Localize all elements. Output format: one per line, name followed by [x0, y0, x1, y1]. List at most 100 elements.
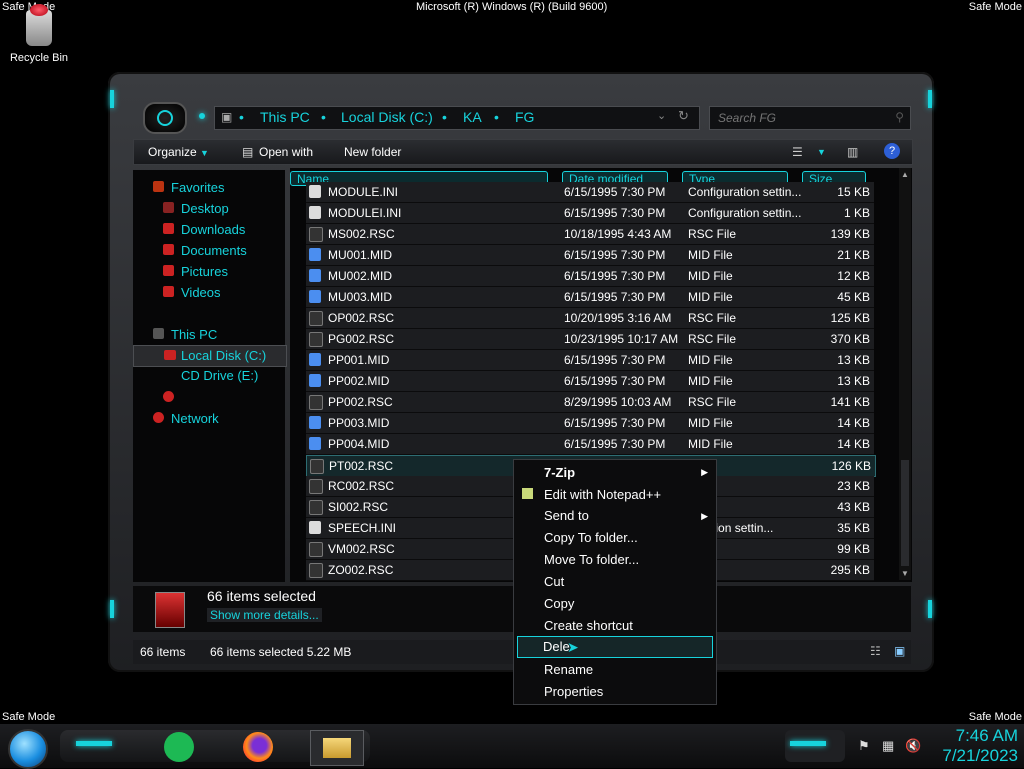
- spotify-icon[interactable]: [164, 732, 194, 762]
- preview-pane-icon[interactable]: ▥: [847, 145, 858, 159]
- menu-item-copy[interactable]: Copy: [544, 596, 574, 611]
- chevron-down-icon[interactable]: ▼: [817, 147, 826, 157]
- file-name: SPEECH.INI: [328, 521, 397, 535]
- menu-item-send-to[interactable]: Send to: [544, 508, 589, 523]
- scrollbar-thumb[interactable]: [901, 460, 909, 566]
- table-row[interactable]: MU002.MID 6/15/1995 7:30 PM MID File 12 KB: [306, 266, 874, 287]
- scroll-down-icon[interactable]: ▼: [901, 569, 909, 578]
- network-status-icon[interactable]: ▦: [882, 738, 894, 754]
- nav-desktop[interactable]: Desktop: [181, 201, 229, 216]
- file-size: 295 KB: [830, 563, 870, 577]
- menu-item-7zip[interactable]: 7-Zip: [544, 465, 575, 480]
- nav-documents[interactable]: Documents: [181, 243, 247, 258]
- new-folder-button[interactable]: New folder: [344, 145, 401, 159]
- documents-icon: [163, 244, 174, 255]
- file-date: 6/15/1995 7:30 PM: [564, 353, 666, 367]
- nav-network[interactable]: Network: [171, 411, 219, 426]
- search-icon[interactable]: ⚲: [895, 110, 904, 124]
- computer-icon: [153, 328, 164, 339]
- view-options-icon[interactable]: ☰: [792, 145, 803, 159]
- nav-pictures[interactable]: Pictures: [181, 264, 228, 279]
- nav-local-disk[interactable]: Local Disk (C:): [181, 348, 266, 363]
- refresh-icon[interactable]: ↻: [678, 108, 689, 124]
- menu-item-delete[interactable]: Dele ➤: [517, 636, 713, 658]
- search-box[interactable]: ⚲: [709, 106, 911, 130]
- show-more-details-link[interactable]: Show more details...: [207, 608, 322, 622]
- rsc-file-icon: [309, 227, 323, 242]
- table-row[interactable]: MODULEI.INI 6/15/1995 7:30 PM Configuratio…: [306, 203, 874, 224]
- context-menu: 7-Zip ▶ Edit with Notepad++ Send to ▶ Co…: [513, 459, 717, 705]
- table-row[interactable]: PP004.MID 6/15/1995 7:30 PM MID File 14 KB: [306, 434, 874, 455]
- table-row[interactable]: PP003.MID 6/15/1995 7:30 PM MID File 14 KB: [306, 413, 874, 434]
- details-view-icon[interactable]: ☷: [870, 644, 881, 658]
- nav-this-pc[interactable]: This PC: [171, 327, 217, 342]
- system-clock[interactable]: 7:46 AM 7/21/2023: [928, 726, 1018, 766]
- file-type: RSC File: [688, 311, 737, 325]
- menu-item-rename[interactable]: Rename: [544, 662, 593, 677]
- rsc-file-icon: [310, 459, 324, 474]
- table-row[interactable]: MU003.MID 6/15/1995 7:30 PM MID File 45 KB: [306, 287, 874, 308]
- file-type: Configuration settin...: [688, 185, 802, 199]
- taskbar: [0, 724, 1024, 768]
- back-forward-button[interactable]: [143, 102, 187, 134]
- table-row[interactable]: PP002.MID 6/15/1995 7:30 PM MID File 13 KB: [306, 371, 874, 392]
- tiles-view-icon[interactable]: ▣: [894, 644, 905, 658]
- scroll-up-icon[interactable]: ▲: [901, 170, 909, 179]
- file-explorer-taskbar-button[interactable]: [310, 730, 364, 766]
- table-row[interactable]: MU001.MID 6/15/1995 7:30 PM MID File 21 KB: [306, 245, 874, 266]
- mouse-cursor-icon: ➤: [567, 639, 579, 655]
- file-size: 139 KB: [830, 227, 870, 241]
- chevron-down-icon[interactable]: ⌄: [657, 109, 666, 122]
- videos-icon: [163, 286, 174, 297]
- file-type: RSC File: [688, 395, 737, 409]
- volume-muted-icon[interactable]: 🔇: [905, 738, 921, 754]
- window-accent-light: [928, 600, 932, 618]
- breadcrumb-local-disk[interactable]: Local Disk (C:): [341, 109, 433, 125]
- menu-item-move-to-folder[interactable]: Move To folder...: [544, 552, 639, 567]
- nav-downloads[interactable]: Downloads: [181, 222, 245, 237]
- help-icon[interactable]: ?: [884, 143, 900, 159]
- file-name: VM002.RSC: [328, 542, 395, 556]
- breadcrumb-ka[interactable]: KA: [463, 109, 482, 125]
- file-type: MID File: [688, 353, 733, 367]
- taskbar-light: [76, 741, 112, 746]
- file-type: MID File: [688, 290, 733, 304]
- table-row[interactable]: PP001.MID 6/15/1995 7:30 PM MID File 13 KB: [306, 350, 874, 371]
- file-size: 12 KB: [837, 269, 870, 283]
- table-row[interactable]: MODULE.INI 6/15/1995 7:30 PM Configuration…: [306, 182, 874, 203]
- table-row[interactable]: PP002.RSC 8/29/1995 10:03 AM RSC File 141 K…: [306, 392, 874, 413]
- safe-mode-label-br: Safe Mode: [968, 711, 1022, 723]
- table-row[interactable]: MS002.RSC 10/18/1995 4:43 AM RSC File 139 K…: [306, 224, 874, 245]
- table-row[interactable]: PG002.RSC 10/23/1995 10:17 AM RSC File 370 …: [306, 329, 874, 350]
- action-center-icon[interactable]: ⚑: [858, 738, 870, 754]
- window-accent-light: [110, 90, 114, 108]
- breadcrumb-this-pc[interactable]: This PC: [260, 109, 310, 125]
- file-type: MID File: [688, 437, 733, 451]
- firefox-icon[interactable]: [243, 732, 273, 762]
- file-date: 10/18/1995 4:43 AM: [564, 227, 672, 241]
- open-with-button[interactable]: Open with: [259, 145, 313, 159]
- address-bar[interactable]: ▣ • This PC • Local Disk (C:) • KA • FG …: [214, 106, 700, 130]
- file-type: MID File: [688, 416, 733, 430]
- file-name: RC002.RSC: [328, 479, 395, 493]
- menu-item-properties[interactable]: Properties: [544, 684, 603, 699]
- organize-button[interactable]: Organize ▼: [148, 145, 209, 159]
- nav-cd-drive[interactable]: CD Drive (E:): [181, 368, 258, 383]
- menu-item-create-shortcut[interactable]: Create shortcut: [544, 618, 633, 633]
- breadcrumb-fg[interactable]: FG: [515, 109, 534, 125]
- safe-mode-label-bl: Safe Mode: [2, 711, 56, 723]
- nav-favorites[interactable]: Favorites: [171, 180, 224, 195]
- mid-file-icon: [309, 437, 321, 450]
- file-date: 6/15/1995 7:30 PM: [564, 185, 666, 199]
- menu-item-copy-to-folder[interactable]: Copy To folder...: [544, 530, 638, 545]
- start-button[interactable]: [8, 729, 48, 769]
- nav-videos[interactable]: Videos: [181, 285, 221, 300]
- menu-item-edit-notepad[interactable]: Edit with Notepad++: [544, 487, 661, 502]
- cd-drive-icon: [163, 391, 174, 402]
- recycle-bin[interactable]: Recycle Bin: [8, 4, 70, 64]
- menu-item-cut[interactable]: Cut: [544, 574, 564, 589]
- file-size: 13 KB: [837, 353, 870, 367]
- search-input[interactable]: [716, 110, 890, 126]
- nav-local-disk-selected[interactable]: Local Disk (C:): [133, 345, 287, 367]
- table-row[interactable]: OP002.RSC 10/20/1995 3:16 AM RSC File 125 K…: [306, 308, 874, 329]
